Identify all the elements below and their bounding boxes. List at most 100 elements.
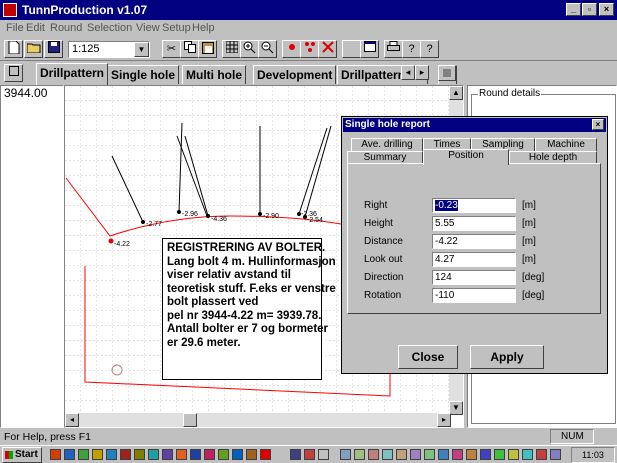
running-app-icon[interactable]: [424, 449, 435, 460]
dialog-tab-machine[interactable]: Machine: [535, 138, 597, 152]
maximize-button[interactable]: ▫: [582, 3, 597, 16]
scale-combo[interactable]: 1:125 ▼: [68, 41, 150, 58]
running-app-icon[interactable]: [340, 449, 351, 460]
quicklaunch-icon[interactable]: [92, 449, 103, 460]
menu-selection[interactable]: Selection: [87, 22, 132, 34]
right-input[interactable]: -0.23: [432, 198, 516, 213]
rotation-input[interactable]: -110: [432, 288, 516, 303]
menu-round[interactable]: Round: [50, 22, 82, 34]
menu-edit[interactable]: Edit: [26, 22, 45, 34]
scroll-up-icon[interactable]: ▲: [449, 86, 463, 100]
hole-label: -4.36: [211, 216, 227, 223]
hole-marker[interactable]: [206, 214, 210, 218]
hole-marker[interactable]: [177, 210, 181, 214]
tab-scroll-right-button[interactable]: ▸: [415, 65, 429, 80]
close-button[interactable]: ×: [599, 3, 614, 16]
scrollbar-thumb[interactable]: [183, 413, 197, 427]
height-input[interactable]: 5.55: [432, 216, 516, 231]
hole-marker[interactable]: [108, 238, 114, 244]
help-icon[interactable]: ?: [402, 40, 421, 58]
quicklaunch-icon[interactable]: [64, 449, 75, 460]
copy-icon[interactable]: [180, 40, 199, 58]
running-app-icon[interactable]: [438, 449, 449, 460]
quicklaunch-icon[interactable]: [120, 449, 131, 460]
dialog-close-button[interactable]: ×: [592, 119, 604, 130]
quicklaunch-icon[interactable]: [232, 449, 243, 460]
horizontal-scrollbar[interactable]: ◂ ▸: [65, 413, 451, 427]
running-app-icon[interactable]: [396, 449, 407, 460]
paste-icon[interactable]: [198, 40, 217, 58]
grid-icon[interactable]: [222, 40, 241, 58]
dialog-tab-ave-drilling[interactable]: Ave. drilling: [351, 138, 423, 152]
running-app-icon[interactable]: [508, 449, 519, 460]
tab-development[interactable]: Development: [253, 65, 337, 84]
running-app-icon[interactable]: [466, 449, 477, 460]
quicklaunch-icon[interactable]: [190, 449, 201, 460]
menu-help[interactable]: Help: [192, 22, 215, 34]
zoom-out-icon[interactable]: [258, 40, 277, 58]
close-dialog-button[interactable]: Close: [398, 345, 458, 369]
scroll-down-icon[interactable]: ▼: [449, 401, 463, 415]
print-icon[interactable]: [384, 40, 403, 58]
delete-x-icon[interactable]: [318, 40, 337, 58]
running-app-icon[interactable]: [536, 449, 547, 460]
right-label: Right: [364, 200, 388, 211]
apply-button[interactable]: Apply: [470, 345, 544, 369]
zoom-in-icon[interactable]: [240, 40, 259, 58]
open-folder-icon[interactable]: [24, 40, 43, 58]
running-app-icon[interactable]: [318, 449, 329, 460]
tab-single-hole[interactable]: Single hole: [107, 65, 180, 84]
window-layout-icon[interactable]: [360, 40, 379, 58]
running-app-icon[interactable]: [368, 449, 379, 460]
hole-marker[interactable]: [141, 220, 145, 224]
add-holes-icon[interactable]: [300, 40, 319, 58]
quicklaunch-icon[interactable]: [162, 449, 173, 460]
blank-tool-icon[interactable]: [342, 40, 361, 58]
quicklaunch-icon[interactable]: [176, 449, 187, 460]
scroll-right-icon[interactable]: ▸: [437, 413, 451, 427]
context-help-icon[interactable]: ?: [420, 40, 439, 58]
panel-toggle-icon[interactable]: [438, 65, 456, 81]
tab-multi-hole[interactable]: Multi hole: [182, 65, 246, 84]
distance-input[interactable]: -4.22: [432, 234, 516, 249]
save-disk-icon[interactable]: [44, 40, 63, 58]
running-app-icon[interactable]: [290, 449, 301, 460]
running-app-icon[interactable]: [354, 449, 365, 460]
direction-input[interactable]: 124: [432, 270, 516, 285]
running-app-icon[interactable]: [452, 449, 463, 460]
tab-scroll-left-button[interactable]: ◂: [401, 65, 415, 80]
menu-file[interactable]: File: [6, 22, 24, 34]
distance-label: Distance: [364, 236, 403, 247]
running-app-icon[interactable]: [480, 449, 491, 460]
quicklaunch-icon[interactable]: [246, 449, 257, 460]
quicklaunch-icon[interactable]: [260, 449, 271, 460]
look-out-input[interactable]: 4.27: [432, 252, 516, 267]
hole-marker[interactable]: [258, 212, 262, 216]
menu-view[interactable]: View: [136, 22, 160, 34]
quicklaunch-icon[interactable]: [218, 449, 229, 460]
running-app-icon[interactable]: [494, 449, 505, 460]
quicklaunch-icon[interactable]: [106, 449, 117, 460]
running-app-icon[interactable]: [522, 449, 533, 460]
cut-scissors-icon[interactable]: ✂: [162, 40, 181, 58]
running-app-icon[interactable]: [304, 449, 315, 460]
minimize-button[interactable]: _: [566, 3, 581, 16]
running-app-icon[interactable]: [410, 449, 421, 460]
app-icon[interactable]: [3, 3, 17, 17]
quicklaunch-icon[interactable]: [78, 449, 89, 460]
quicklaunch-icon[interactable]: [148, 449, 159, 460]
view-toggle-icon[interactable]: [4, 64, 23, 82]
new-file-icon[interactable]: [4, 40, 23, 58]
menu-setup[interactable]: Setup: [162, 22, 191, 34]
start-button[interactable]: Start: [2, 447, 42, 463]
chevron-down-icon[interactable]: ▼: [134, 42, 149, 57]
scroll-left-icon[interactable]: ◂: [65, 413, 79, 427]
running-app-icon[interactable]: [382, 449, 393, 460]
quicklaunch-icon[interactable]: [50, 449, 61, 460]
quicklaunch-icon[interactable]: [204, 449, 215, 460]
tab-drillpattern[interactable]: Drillpattern: [36, 63, 109, 85]
dialog-tab-position[interactable]: Position: [423, 149, 509, 165]
running-app-icon[interactable]: [550, 449, 561, 460]
point-marker-icon[interactable]: [282, 40, 301, 58]
quicklaunch-icon[interactable]: [134, 449, 145, 460]
